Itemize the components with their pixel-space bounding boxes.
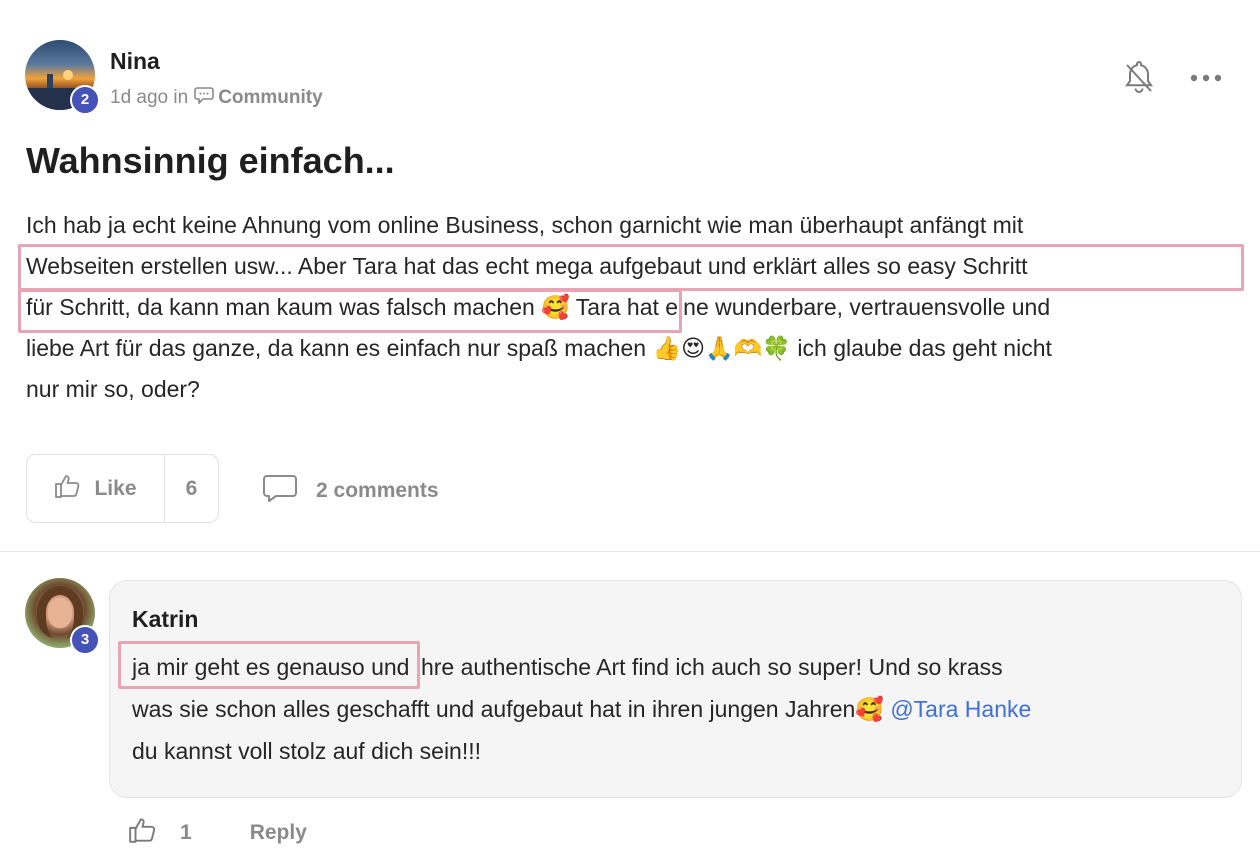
avatar-face xyxy=(48,598,72,628)
comment-body-line: was sie schon alles geschafft und aufgeb… xyxy=(132,688,1222,730)
divider xyxy=(0,551,1260,552)
level-badge: 2 xyxy=(70,85,100,115)
comments-button[interactable]: 2 comments xyxy=(262,473,439,509)
post-title: Wahnsinnig einfach... xyxy=(26,140,395,181)
post-time: 1d ago in xyxy=(110,87,189,108)
comment-like-count: 1 xyxy=(180,821,192,844)
post-body-line: Ich hab ja echt keine Ahnung vom online … xyxy=(26,212,1024,238)
author-name[interactable]: Nina xyxy=(110,48,160,75)
thumbs-up-icon xyxy=(128,816,158,850)
post-body-line: nur mir so, oder? xyxy=(26,376,200,402)
like-count[interactable]: 6 xyxy=(165,455,218,522)
like-control: Like 6 xyxy=(26,454,219,523)
bell-off-icon[interactable] xyxy=(1122,58,1156,96)
comment-author[interactable]: Katrin xyxy=(132,606,198,633)
comment-body: ja mir geht es genauso und ihre authenti… xyxy=(132,646,1222,772)
comment-text: und ihre authentische Art find ich auch … xyxy=(364,654,1003,680)
post-body: Ich hab ja echt keine Ahnung vom online … xyxy=(26,205,1246,410)
reply-button[interactable]: Reply xyxy=(250,821,307,845)
like-label: Like xyxy=(94,476,137,500)
comment-text: was sie schon alles geschafft und aufgeb… xyxy=(132,696,891,722)
comment-highlighted-text: ja mir geht es genauso xyxy=(132,654,365,680)
post-card: 2 Nina 1d ago in Community Wahnsinnig ei… xyxy=(0,0,1260,552)
comment-bubble-icon xyxy=(262,473,298,509)
comment-actions: 1 Reply xyxy=(128,816,307,850)
post-body-line: Webseiten erstellen usw... Aber Tara hat… xyxy=(26,253,1028,279)
post-body-line: liebe Art für das ganze, da kann es einf… xyxy=(26,335,1052,361)
more-horizontal-icon[interactable] xyxy=(1188,70,1224,86)
comments-label: 2 comments xyxy=(316,479,439,502)
chat-bubble-icon xyxy=(194,86,214,110)
avatar-sun xyxy=(63,70,73,80)
like-button[interactable]: Like xyxy=(27,455,165,522)
comment-body-line: du kannst voll stolz auf dich sein!!! xyxy=(132,738,482,764)
comment-like-button[interactable]: 1 xyxy=(128,816,192,850)
user-mention-link[interactable]: @Tara Hanke xyxy=(890,696,1031,722)
post-body-line: für Schritt, da kann man kaum was falsch… xyxy=(26,294,1051,320)
level-badge: 3 xyxy=(70,625,100,655)
post-category-link[interactable]: Community xyxy=(218,87,323,109)
thumbs-up-icon xyxy=(54,473,82,505)
post-meta: 1d ago in Community xyxy=(110,86,323,110)
comment-body-line: ja mir geht es genauso und ihre authenti… xyxy=(132,646,1222,688)
